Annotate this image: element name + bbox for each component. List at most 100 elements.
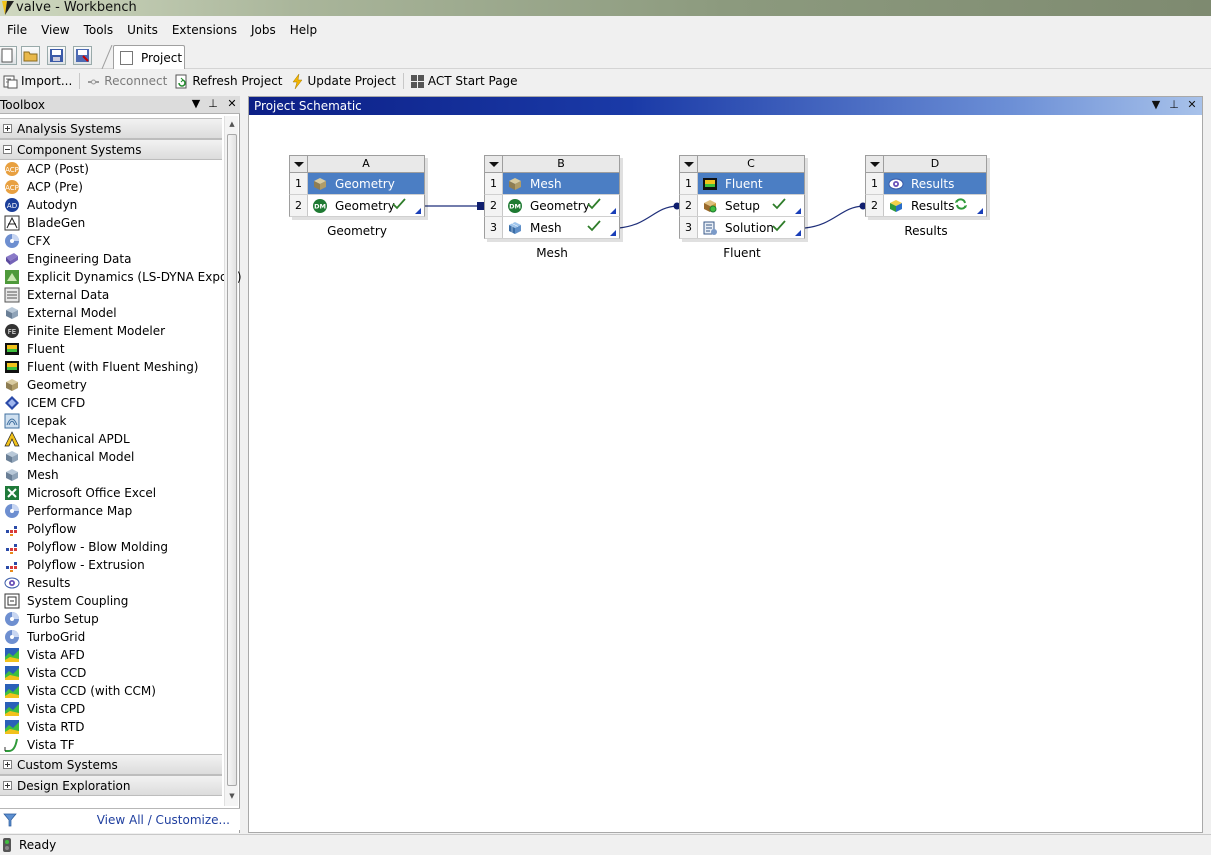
toolbox-item[interactable]: Explicit Dynamics (LS-DYNA Export) xyxy=(0,268,242,286)
toolbox-item[interactable]: Mesh xyxy=(0,466,222,484)
toolbox-item[interactable]: Geometry xyxy=(0,376,222,394)
component-systems-list: ACP ACP (Post) ACP ACP (Pre) AD Autodyn BladeG… xyxy=(0,160,242,754)
system-cell[interactable]: 1 Fluent xyxy=(679,173,805,195)
system-cell[interactable]: 2 DM Geometry xyxy=(484,195,620,217)
scrollbar-thumb[interactable] xyxy=(227,134,237,786)
section-design-exploration[interactable]: Design Exploration xyxy=(0,775,222,796)
menu-extensions[interactable]: Extensions xyxy=(165,20,244,41)
cfx-icon xyxy=(4,233,20,249)
results-eye-icon xyxy=(888,176,904,192)
toolbox-item[interactable]: External Data xyxy=(0,286,222,304)
toolbox-item[interactable]: CFX xyxy=(0,232,222,250)
toolbox-item[interactable]: Vista AFD xyxy=(0,646,222,664)
import-button[interactable]: Import... xyxy=(0,71,76,91)
system-cell[interactable]: 1 Results xyxy=(865,173,987,195)
toolbox-title: Toolbox xyxy=(0,98,45,112)
section-component-systems[interactable]: Component Systems xyxy=(0,139,222,160)
toolbox-item[interactable]: Vista CCD xyxy=(0,664,222,682)
reconnect-button[interactable]: Reconnect xyxy=(83,71,171,91)
toolbox-item[interactable]: Mechanical Model xyxy=(0,448,222,466)
open-button[interactable] xyxy=(21,46,40,65)
status-bar: Ready xyxy=(0,834,1211,855)
menu-help[interactable]: Help xyxy=(283,20,324,41)
update-project-button[interactable]: Update Project xyxy=(287,71,400,91)
toolbox-item[interactable]: External Model xyxy=(0,304,222,322)
toolbox-item[interactable]: Icepak xyxy=(0,412,222,430)
scroll-down-icon[interactable]: ▼ xyxy=(225,792,239,800)
toolbox-item[interactable]: Vista CCD (with CCM) xyxy=(0,682,222,700)
system-menu-icon[interactable] xyxy=(485,156,503,172)
toolbox-item[interactable]: Results xyxy=(0,574,222,592)
toolbox-item[interactable]: System Coupling xyxy=(0,592,222,610)
project-page-icon xyxy=(120,50,133,65)
save-as-button[interactable] xyxy=(73,46,92,65)
system-caption[interactable]: Results xyxy=(865,224,987,238)
toolbox-item[interactable]: ACP ACP (Pre) xyxy=(0,178,222,196)
toolbox-item[interactable]: Turbo Setup xyxy=(0,610,222,628)
toolbox-item[interactable]: Fluent xyxy=(0,340,222,358)
menu-units[interactable]: Units xyxy=(120,20,165,41)
system-cell[interactable]: 2 DM Geometry xyxy=(289,195,425,217)
toolbox-item[interactable]: FE Finite Element Modeler xyxy=(0,322,222,340)
section-analysis-systems[interactable]: Analysis Systems xyxy=(0,118,222,139)
toolbox-item[interactable]: Polyflow - Blow Molding xyxy=(0,538,222,556)
lightning-icon xyxy=(292,73,303,89)
act-start-page-button[interactable]: ACT Start Page xyxy=(407,71,522,91)
system-cell[interactable]: 1 Geometry xyxy=(289,173,425,195)
system-menu-icon[interactable] xyxy=(866,156,884,172)
menu-view[interactable]: View xyxy=(34,20,76,41)
menu-file[interactable]: File xyxy=(0,20,34,41)
new-button[interactable] xyxy=(0,46,17,65)
filter-icon[interactable] xyxy=(3,813,17,827)
status-light-icon xyxy=(3,838,11,852)
system-cell[interactable]: 2 Results xyxy=(865,195,987,217)
toolbox-item[interactable]: BladeGen xyxy=(0,214,222,232)
toolbox-item[interactable]: Engineering Data xyxy=(0,250,222,268)
system-cell[interactable]: 1 Mesh xyxy=(484,173,620,195)
tab-project[interactable]: Project xyxy=(113,45,185,69)
toolbox-item[interactable]: ICEM CFD xyxy=(0,394,222,412)
system-caption[interactable]: Fluent xyxy=(679,246,805,260)
toolbox-item[interactable]: Fluent (with Fluent Meshing) xyxy=(0,358,222,376)
toolbox-item[interactable]: Microsoft Office Excel xyxy=(0,484,222,502)
toolbox-item[interactable]: Mechanical APDL xyxy=(0,430,222,448)
pin-icon[interactable]: ⊥ xyxy=(206,97,220,110)
toolbox-scrollbar[interactable]: ▲ ▼ xyxy=(224,116,238,806)
toolbox-item-label: Turbo Setup xyxy=(27,612,99,626)
svg-text:ACP: ACP xyxy=(5,166,19,174)
system-menu-icon[interactable] xyxy=(680,156,698,172)
toolbox-item[interactable]: ACP ACP (Post) xyxy=(0,160,222,178)
toolbox-item[interactable]: Polyflow - Extrusion xyxy=(0,556,222,574)
system-cell[interactable]: 3 Mesh xyxy=(484,217,620,239)
toolbox-item[interactable]: Performance Map xyxy=(0,502,222,520)
toolbox-item-label: CFX xyxy=(27,234,51,248)
system-cell[interactable]: 3 Solution xyxy=(679,217,805,239)
system-cell[interactable]: 2 Setup xyxy=(679,195,805,217)
menu-tools[interactable]: Tools xyxy=(77,20,121,41)
menu-jobs[interactable]: Jobs xyxy=(244,20,283,41)
system-caption[interactable]: Mesh xyxy=(484,246,620,260)
scroll-up-icon[interactable]: ▲ xyxy=(225,120,239,128)
toolbox-item[interactable]: Vista CPD xyxy=(0,700,222,718)
setup-icon xyxy=(702,198,718,214)
toolbox-item[interactable]: Polyflow xyxy=(0,520,222,538)
toolbox-item[interactable]: TurboGrid xyxy=(0,628,222,646)
dm-icon: DM xyxy=(507,198,523,214)
pane-menu-icon[interactable]: ▼ xyxy=(189,97,203,110)
svg-text:DM: DM xyxy=(314,203,326,211)
system-letter: A xyxy=(362,157,370,170)
toolbox-item[interactable]: AD Autodyn xyxy=(0,196,222,214)
system-caption[interactable]: Geometry xyxy=(289,224,425,238)
section-custom-systems[interactable]: Custom Systems xyxy=(0,754,222,775)
system-menu-icon[interactable] xyxy=(290,156,308,172)
save-button[interactable] xyxy=(47,46,66,65)
view-all-customize-link[interactable]: View All / Customize... xyxy=(97,813,230,827)
refresh-project-button[interactable]: Refresh Project xyxy=(171,71,286,91)
toolbox-item[interactable]: Vista TF xyxy=(0,736,222,754)
window-title-bar[interactable]: valve - Workbench xyxy=(0,0,1211,16)
results-icon xyxy=(4,575,20,591)
polyflow-blow-icon xyxy=(4,539,20,555)
close-icon[interactable]: ✕ xyxy=(225,97,239,110)
toolbox-item[interactable]: Vista RTD xyxy=(0,718,222,736)
mechanical-apdl-icon xyxy=(4,431,20,447)
